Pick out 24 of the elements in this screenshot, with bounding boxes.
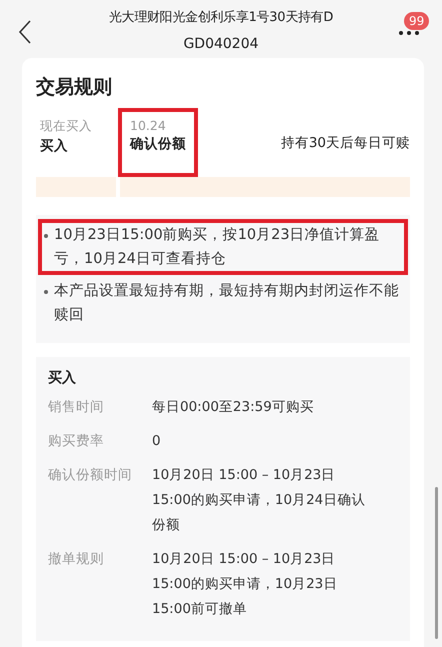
row-label: 撤单规则 [48,550,105,569]
step-label: 持有30天后每日可赎 [280,134,410,152]
product-code: GD040204 [183,36,259,52]
panel-title: 买入 [48,369,77,387]
bullet-icon [44,290,48,294]
note-text: 10月23日15:00前购买，按10月23日净值计算盈亏，10月24日可查看持仓 [54,226,381,269]
row-label: 确认份额时间 [48,466,133,485]
back-icon[interactable] [18,20,32,44]
page-title: 光大理财阳光金创利乐享1号30天持有D [108,9,334,26]
bullet-icon [44,234,48,238]
step-date: 10.24 [130,118,167,133]
row-value: 10月20日 15:00 – 10月23日 15:00的购买申请，10月24日确认份额 [152,466,366,535]
row-label: 购买费率 [48,432,105,451]
row-label: 销售时间 [48,398,105,417]
row-value: 每日00:00至23:59可购买 [152,398,315,417]
row-value: 0 [152,432,162,451]
step-label: 买入 [40,137,69,155]
note-text: 本产品设置最短持有期，最短持有期内封闭运作不能赎回 [54,282,400,325]
row-value: 10月20日 15:00 – 10月23日 15:00的购买申请，10月23日 15:00前可撤单 [152,550,338,619]
notification-badge: 99 [404,12,430,30]
step-label: 确认份额 [130,135,186,153]
more-icon[interactable] [398,30,420,36]
step-date: 现在买入 [40,118,93,135]
section-title: 交易规则 [36,75,113,100]
